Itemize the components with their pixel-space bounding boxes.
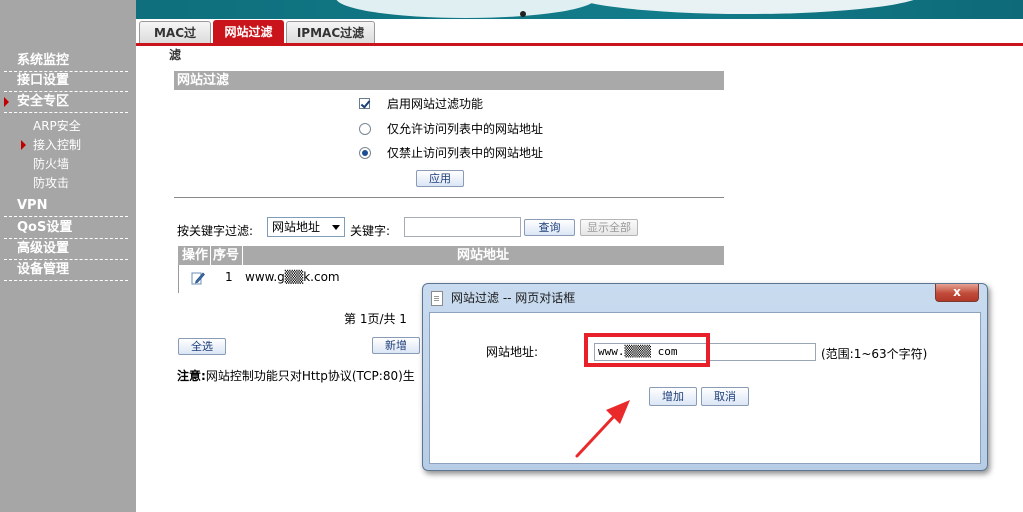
sidebar-item-label: 接口设置 bbox=[17, 73, 70, 88]
filter-field-value: 网站地址 bbox=[272, 220, 321, 234]
apply-button[interactable]: 应用 bbox=[416, 170, 464, 187]
sidebar-subitem-firewall[interactable]: 防火墙 bbox=[33, 156, 69, 172]
sidebar-item-label: 高级设置 bbox=[17, 241, 70, 256]
current-arrow-icon bbox=[21, 140, 26, 150]
deny-list-radio[interactable] bbox=[359, 147, 371, 159]
sidebar-item-qos[interactable]: QoS设置 bbox=[4, 218, 128, 239]
allow-list-radio[interactable] bbox=[359, 123, 371, 135]
enable-filter-checkbox[interactable] bbox=[359, 98, 370, 109]
add-website-dialog: 网站过滤 -- 网页对话框 x 网站地址: www.▒▒▒▒ com (范围:1… bbox=[422, 283, 988, 471]
query-button[interactable]: 查询 bbox=[524, 219, 575, 236]
sidebar-item-interface[interactable]: 接口设置 bbox=[4, 71, 128, 92]
keyword-input[interactable] bbox=[404, 217, 521, 237]
sidebar-item-device-management[interactable]: 设备管理 bbox=[4, 260, 128, 281]
sidebar-item-label: QoS设置 bbox=[17, 220, 73, 235]
highlight-box bbox=[584, 333, 710, 367]
dialog-title: 网站过滤 -- 网页对话框 bbox=[451, 291, 576, 305]
expand-arrow-icon bbox=[4, 97, 9, 107]
note-body: 网站控制功能只对Http协议(TCP:80)生 bbox=[205, 369, 415, 383]
banner-decoration bbox=[520, 11, 526, 17]
table-row: 1 www.g▒▒k.com bbox=[178, 265, 429, 293]
tabs-underline bbox=[136, 43, 1023, 46]
row-seq: 1 bbox=[225, 270, 233, 284]
sidebar: 系统监控 接口设置 安全专区 ARP安全 接入控制 防火墙 防攻击 VPN Qo… bbox=[0, 0, 136, 512]
sidebar-item-label: VPN bbox=[17, 198, 48, 213]
close-button[interactable]: x bbox=[935, 284, 979, 302]
section-title: 网站过滤 bbox=[174, 71, 724, 90]
tab-website-filter[interactable]: 网站过滤 bbox=[213, 20, 284, 45]
show-all-button[interactable]: 显示全部 bbox=[580, 219, 638, 236]
sidebar-item-vpn[interactable]: VPN bbox=[4, 196, 128, 217]
edit-icon[interactable] bbox=[191, 271, 205, 285]
column-header-seq: 序号 bbox=[213, 248, 240, 263]
column-header-url: 网站地址 bbox=[457, 248, 510, 263]
pagination-text: 第 1页/共 1 bbox=[344, 312, 407, 326]
column-separator bbox=[242, 246, 243, 265]
keyword-label: 关键字: bbox=[350, 224, 391, 238]
tab-ipmac-filter[interactable]: IPMAC过滤 bbox=[286, 21, 375, 43]
sidebar-subitem-anti-attack[interactable]: 防攻击 bbox=[33, 175, 69, 191]
website-address-label: 网站地址: bbox=[486, 345, 539, 359]
filter-field-select[interactable]: 网站地址 bbox=[267, 217, 345, 237]
divider bbox=[174, 197, 724, 198]
sidebar-item-label: 安全专区 bbox=[17, 94, 70, 109]
confirm-add-button[interactable]: 增加 bbox=[649, 387, 697, 406]
sidebar-item-security[interactable]: 安全专区 bbox=[4, 92, 128, 113]
sidebar-item-system-monitor[interactable]: 系统监控 bbox=[4, 51, 128, 72]
select-all-button[interactable]: 全选 bbox=[178, 338, 226, 355]
sidebar-item-label: 系统监控 bbox=[17, 53, 70, 68]
row-url: www.g▒▒k.com bbox=[245, 270, 340, 284]
column-separator bbox=[210, 246, 211, 265]
cancel-button[interactable]: 取消 bbox=[701, 387, 749, 406]
column-header-action: 操作 bbox=[182, 248, 209, 263]
add-button[interactable]: 新增 bbox=[372, 337, 420, 354]
sidebar-item-label: 设备管理 bbox=[17, 262, 70, 277]
note-text: 注意:网站控制功能只对Http协议(TCP:80)生 bbox=[177, 367, 415, 384]
tab-mac-filter[interactable]: MAC过滤 bbox=[139, 21, 211, 62]
sidebar-subitem-arp[interactable]: ARP安全 bbox=[33, 118, 81, 134]
sidebar-subitem-access-control[interactable]: 接入控制 bbox=[33, 137, 81, 153]
table-header: 操作 序号 网站地址 bbox=[178, 246, 724, 265]
top-banner bbox=[136, 0, 1023, 19]
range-hint: (范围:1~63个字符) bbox=[821, 347, 928, 361]
allow-list-label: 仅允许访问列表中的网站地址 bbox=[387, 122, 544, 136]
keyword-filter-label: 按关键字过滤: bbox=[177, 224, 254, 238]
dialog-body: 网站地址: www.▒▒▒▒ com (范围:1~63个字符) 增加 取消 bbox=[429, 312, 981, 464]
deny-list-label: 仅禁止访问列表中的网站地址 bbox=[387, 146, 544, 160]
banner-decoration bbox=[336, 0, 596, 18]
banner-decoration bbox=[566, 0, 926, 14]
document-icon bbox=[431, 291, 443, 306]
sidebar-item-advanced[interactable]: 高级设置 bbox=[4, 239, 128, 260]
enable-filter-label: 启用网站过滤功能 bbox=[387, 97, 484, 111]
chevron-down-icon bbox=[332, 225, 340, 230]
note-label: 注意: bbox=[177, 369, 206, 383]
